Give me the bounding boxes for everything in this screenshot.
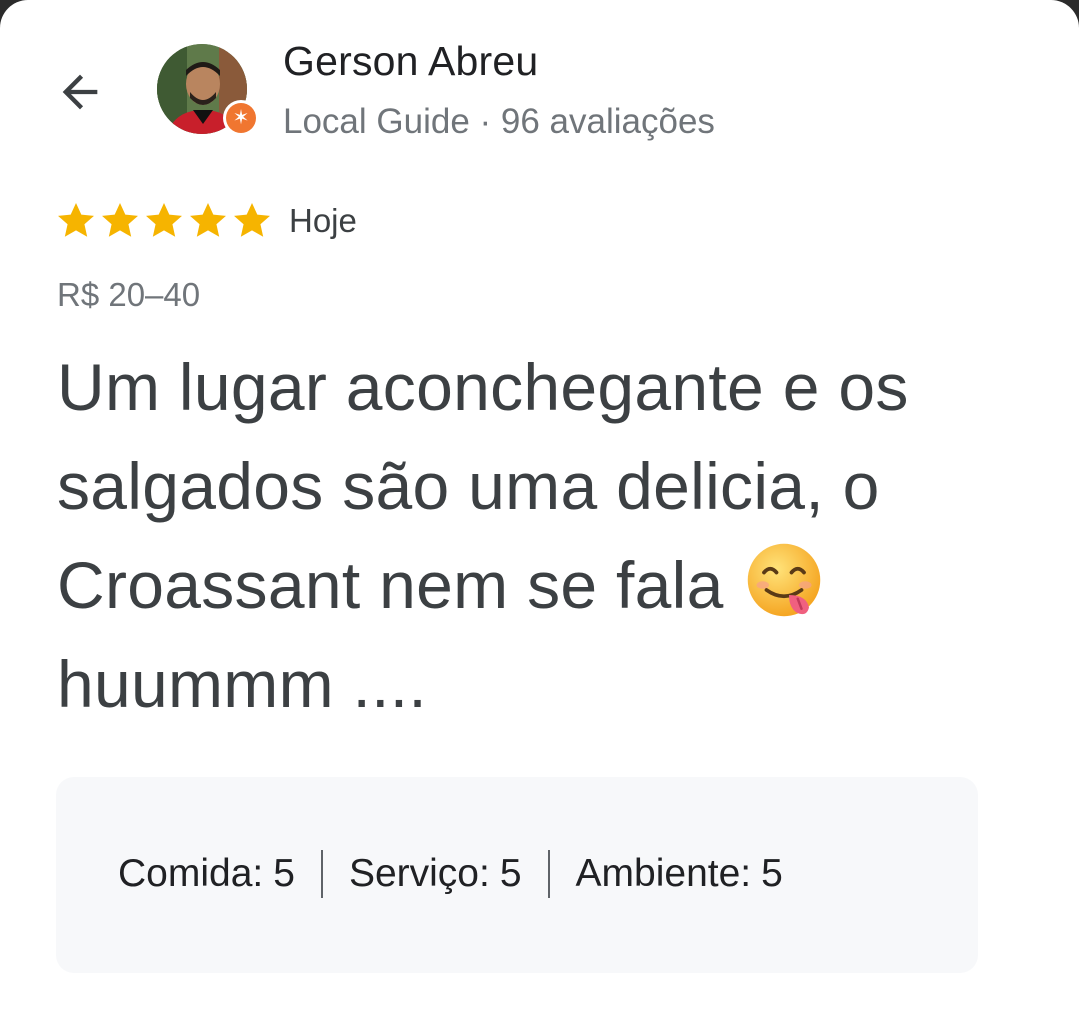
local-guide-star-icon: ✶ (226, 103, 256, 133)
rating-value-service: 5 (499, 852, 522, 895)
star-icon (146, 203, 182, 237)
review-sheet: ✶ Gerson Abreu Local Guide · 96 avaliaçõ… (0, 0, 1079, 1016)
back-button[interactable] (44, 56, 116, 128)
reviewer-name[interactable]: Gerson Abreu (283, 38, 538, 85)
price-range: R$ 20–40 (57, 276, 201, 313)
rating-label-food: Comida: (118, 852, 264, 895)
rating-label-ambience: Ambiente: (575, 852, 752, 895)
local-guide-badge: ✶ (223, 100, 259, 136)
star-icon (102, 203, 138, 237)
arrow-back-icon (62, 74, 98, 110)
review-text: Um lugar aconchegante e os salgados são … (57, 338, 1047, 734)
review-date: Hoje (289, 202, 357, 239)
star-rating (54, 198, 274, 244)
face-savoring-food-emoji (748, 543, 821, 617)
sub-ratings: Comida: 5 Serviço: 5 Ambiente: 5 (118, 849, 783, 899)
rating-value-food: 5 (273, 852, 295, 895)
divider (320, 850, 323, 898)
rating-value-ambience: 5 (761, 852, 783, 895)
star-icon (234, 203, 270, 237)
star-icon (58, 203, 94, 237)
review-tail: huummm .... (57, 647, 428, 721)
ratings-card: Comida: 5 Serviço: 5 Ambiente: 5 (56, 777, 978, 973)
star-icon (190, 203, 226, 237)
reviewer-meta: Local Guide · 96 avaliações (283, 102, 715, 141)
divider (547, 850, 550, 898)
rating-label-service: Serviço: (348, 852, 490, 895)
